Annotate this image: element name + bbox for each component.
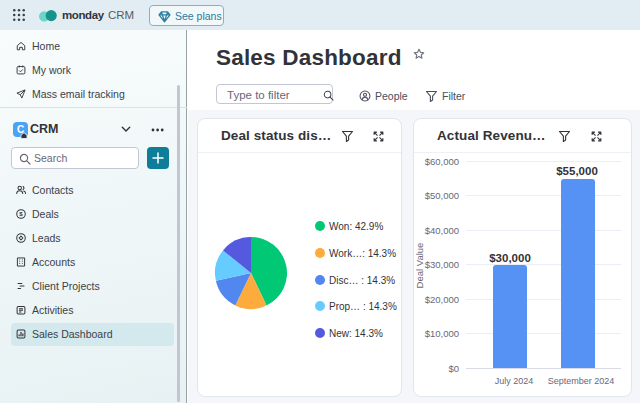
svg-text:$: $ [19,211,23,217]
